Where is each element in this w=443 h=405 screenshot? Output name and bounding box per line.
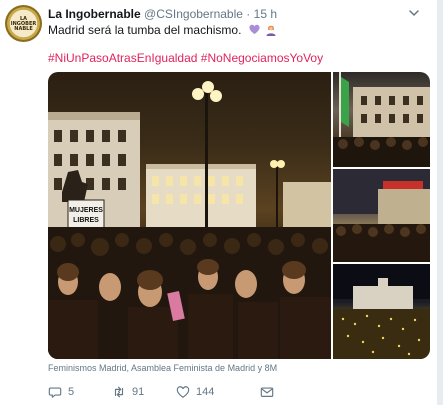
tweet-body: Madrid será la tumba del machismo. bbox=[48, 23, 242, 37]
tweet-header: La Ingobernable @CSIngobernable · 15 h bbox=[48, 6, 277, 22]
like-button[interactable]: 144 bbox=[176, 384, 214, 400]
photo-night-aerial[interactable] bbox=[333, 264, 430, 359]
hashtag-link[interactable]: #NiUnPasoAtrasEnIgualdad bbox=[48, 51, 197, 65]
author-name[interactable]: La Ingobernable bbox=[48, 7, 141, 21]
purple-heart-icon bbox=[249, 24, 260, 35]
timestamp[interactable]: 15 h bbox=[254, 7, 277, 21]
header-separator: · bbox=[246, 7, 251, 21]
media-grid: MUJERES LIBRES bbox=[48, 72, 430, 359]
square-evening-illustration bbox=[333, 169, 430, 262]
tweet-actions: 5 91 144 bbox=[48, 384, 348, 400]
reply-icon bbox=[48, 387, 62, 398]
like-icon bbox=[176, 386, 190, 398]
building-flag-illustration bbox=[333, 72, 430, 167]
direct-message-icon bbox=[260, 387, 274, 397]
caret-down-icon[interactable] bbox=[407, 6, 421, 20]
hashtag-link[interactable]: #NoNegociamosYoVoy bbox=[201, 51, 323, 65]
avatar[interactable]: LA INGOBER NABLE bbox=[5, 5, 42, 42]
tweet[interactable]: LA INGOBER NABLE La Ingobernable @CSIngo… bbox=[0, 0, 437, 405]
protest-sign-line-2: LIBRES bbox=[73, 217, 99, 224]
photo-building-flag[interactable] bbox=[333, 72, 430, 167]
crowd-photo-illustration: MUJERES LIBRES bbox=[48, 81, 331, 359]
scrollbar[interactable] bbox=[437, 0, 443, 405]
photo-square-evening[interactable] bbox=[333, 169, 430, 262]
media-tagged-users[interactable]: Feminismos Madrid, Asamblea Feminista de… bbox=[48, 362, 277, 374]
retweet-count: 91 bbox=[132, 386, 145, 398]
photo-puerta-del-sol-crowd[interactable]: MUJERES LIBRES bbox=[48, 72, 331, 359]
protest-sign-line-1: MUJERES bbox=[69, 207, 103, 214]
avatar-logo-text: LA INGOBER NABLE bbox=[10, 16, 37, 32]
reply-count: 5 bbox=[68, 386, 75, 398]
direct-message-button[interactable] bbox=[260, 384, 280, 400]
tweet-text: Madrid será la tumba del machismo. bbox=[48, 22, 277, 38]
night-aerial-illustration bbox=[333, 264, 430, 359]
hashtag-line: #NiUnPasoAtrasEnIgualdad #NoNegociamosYo… bbox=[48, 50, 323, 66]
author-handle[interactable]: @CSIngobernable bbox=[144, 7, 243, 21]
like-count: 144 bbox=[196, 386, 215, 398]
retweet-icon bbox=[114, 386, 124, 398]
reply-button[interactable]: 5 bbox=[48, 384, 74, 400]
retweet-button[interactable]: 91 bbox=[112, 384, 144, 400]
person-emoji-icon bbox=[266, 25, 276, 36]
